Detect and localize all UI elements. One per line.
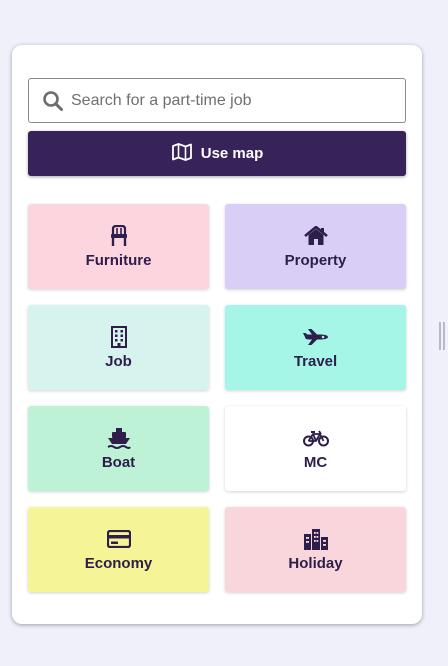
category-label: Travel [293,353,338,370]
category-label: Holiday [288,555,343,572]
category-label: Furniture [85,252,152,269]
ship-icon [106,426,131,450]
use-map-label: Use map [200,145,264,162]
page-header-band [0,0,448,22]
use-map-button[interactable]: Use map [28,131,406,176]
city-icon [303,527,329,551]
category-tile-job[interactable]: Job [28,305,209,390]
bicycle-icon [302,426,329,450]
category-tile-holiday[interactable]: Holiday [225,507,406,592]
search-icon [29,90,71,112]
category-label: Economy [84,555,153,572]
category-tile-boat[interactable]: Boat [28,406,209,491]
search-input[interactable] [71,80,391,121]
resize-handle[interactable] [439,322,445,350]
category-label: Property [284,252,347,269]
category-label: Boat [101,454,136,471]
category-tile-mc[interactable]: MC [225,406,406,491]
airplane-icon [302,325,329,349]
category-label: Job [105,353,132,370]
search-card: Use map Furniture Property [12,45,422,624]
category-tile-furniture[interactable]: Furniture [28,204,209,289]
category-tile-property[interactable]: Property [225,204,406,289]
home-icon [303,224,328,248]
category-tile-economy[interactable]: Economy [28,507,209,592]
map-icon [171,142,193,165]
category-tile-travel[interactable]: Travel [225,305,406,390]
building-icon [110,325,128,349]
search-box[interactable] [28,78,406,123]
card-icon [106,527,131,551]
chair-icon [110,224,128,248]
category-label: MC [303,454,328,471]
